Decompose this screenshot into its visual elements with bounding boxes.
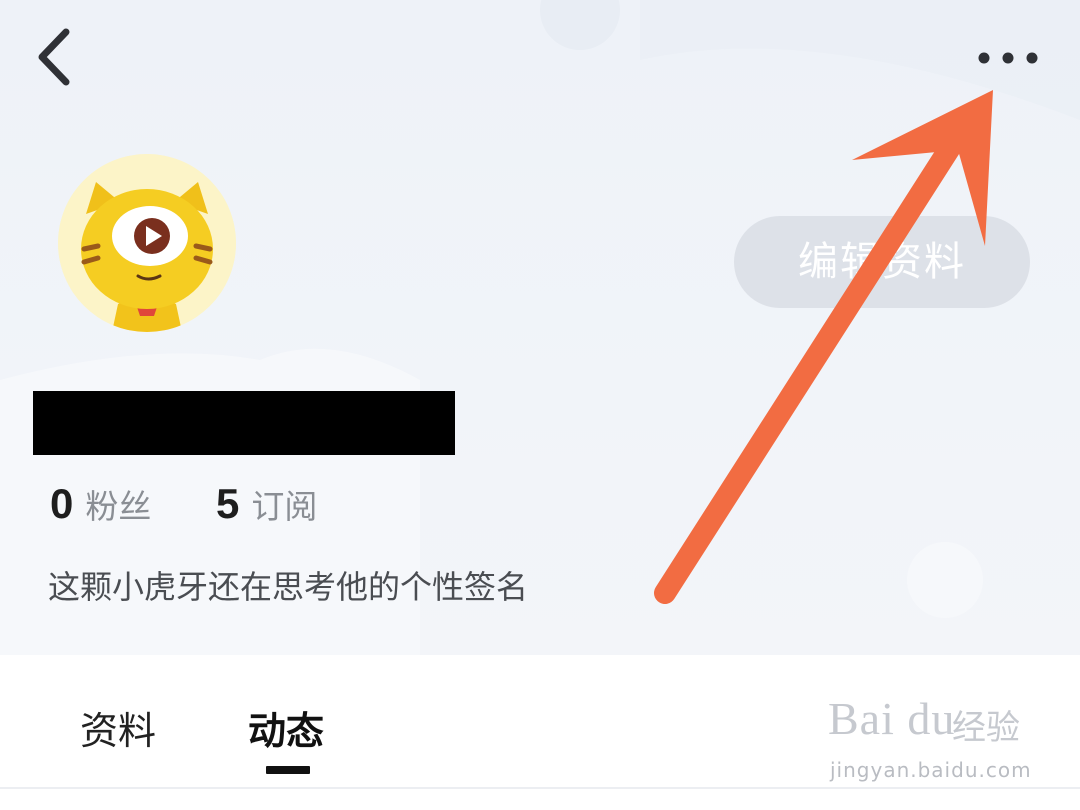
avatar[interactable] [58,154,236,332]
tab-activity[interactable]: 动态 [248,700,324,755]
subscribe-label: 订阅 [251,487,318,526]
more-button[interactable] [968,38,1048,78]
watermark-url: jingyan.baidu.com [830,758,1032,782]
baidu-jingyan-watermark: Bai du 经验 jingyan.baidu.com [828,692,1038,802]
tab-profile-info[interactable]: 资料 [80,700,156,755]
fans-count: 0 [50,480,74,527]
back-chevron-icon [38,28,70,86]
tiger-mascot-icon [58,154,236,332]
fans-stat[interactable]: 0 粉丝 [50,480,151,536]
redacted-username [33,391,455,455]
subscribe-stat[interactable]: 5 订阅 [216,480,317,536]
edit-profile-button[interactable]: 编辑资料 [734,216,1030,308]
subscribe-count: 5 [216,480,240,527]
more-dots-icon [978,52,1038,64]
back-button[interactable] [28,22,88,92]
fans-label: 粉丝 [85,487,152,526]
watermark-cn: 经验 [952,708,1020,748]
watermark-brand: Bai du [828,693,956,744]
active-tab-indicator [266,766,310,774]
bio-text: 这颗小虎牙还在思考他的个性签名 [48,568,529,606]
